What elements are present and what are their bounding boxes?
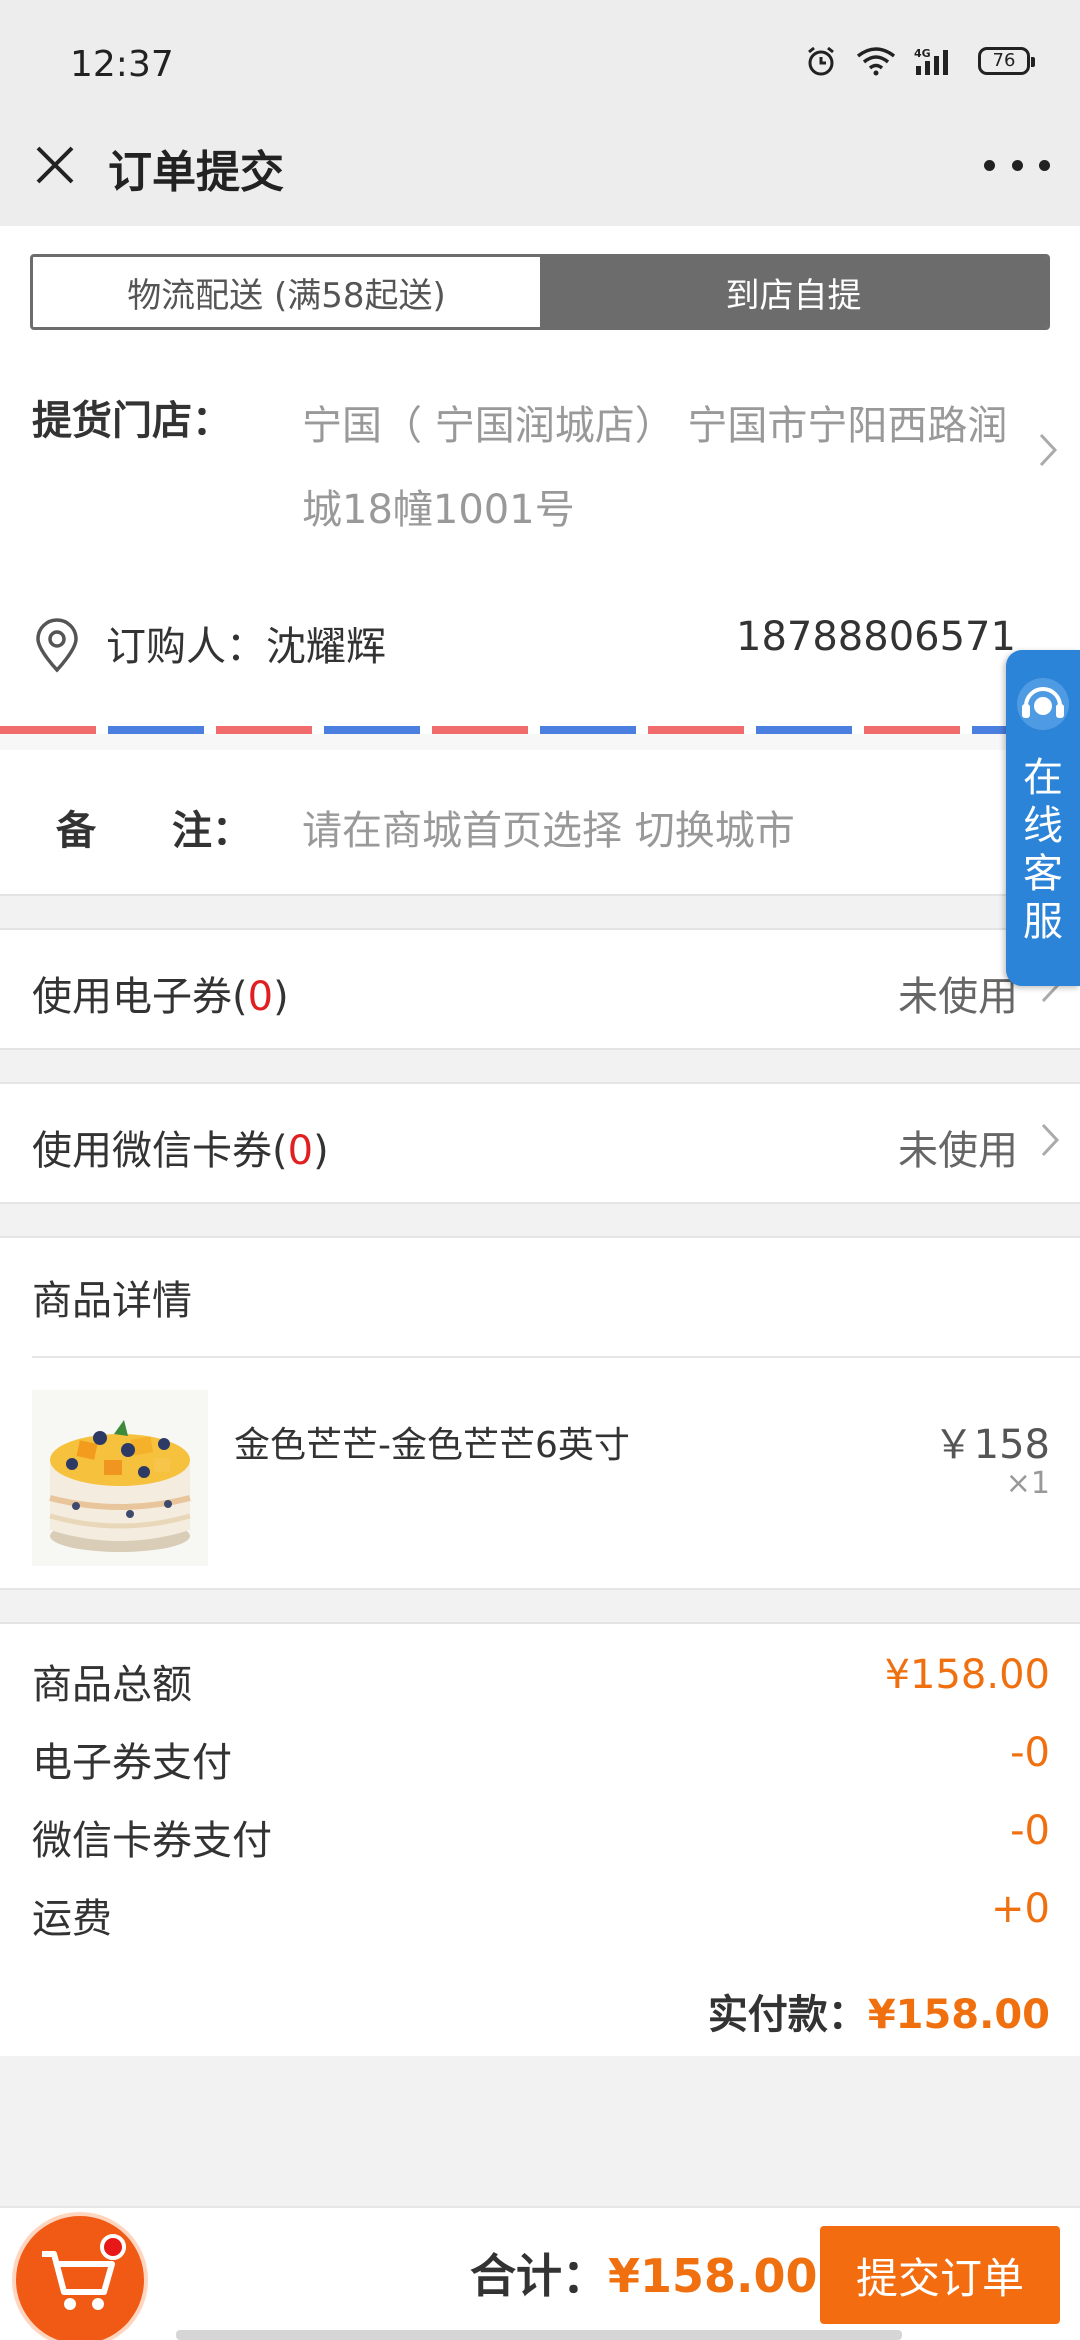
product-quantity: ×1 [1005,1466,1050,1501]
status-icons: 4G 76 [804,44,1035,78]
status-time: 12:37 [70,44,174,85]
home-indicator [176,2330,902,2340]
more-icon[interactable] [984,140,1050,190]
product-price: ￥158 [933,1422,1050,1468]
buyer-name: 订购人：沈耀辉 [106,624,386,670]
order-total-value: ¥158.00 [608,2249,818,2303]
nav-bar: 订单提交 [0,132,1080,226]
battery-indicator: 76 [978,47,1035,75]
tab-logistics[interactable]: 物流配送 (满58起送) [33,257,540,327]
summary-label: 商品总额 [32,1662,192,1708]
wechat-coupon-status: 未使用 [898,1128,1018,1174]
price-summary: 商品总额 ¥158.00 电子券支付 -0 微信卡券支付 -0 运费 +0 实付… [0,1624,1080,2056]
summary-label: 微信卡券支付 [32,1818,272,1864]
pickup-store-address: 宁国（ 宁国润城店） 宁国市宁阳西路润城18幢1001号 [302,403,1008,533]
pickup-store-row[interactable]: 提货门店： 宁国（ 宁国润城店） 宁国市宁阳西路润城18幢1001号 [0,346,1080,586]
order-total: 合计：¥158.00 [470,2240,818,2306]
e-coupon-label: 使用电子券(0) [32,974,289,1020]
e-coupon-count: 0 [247,974,274,1020]
online-service-button[interactable]: 在线客服 [1006,650,1080,986]
summary-label: 运费 [32,1896,112,1942]
summary-value: -0 [1010,1808,1050,1854]
product-details: 商品详情 金色芒芒-金色芒芒6英寸 ￥158 ×1 [0,1238,1080,1588]
airmail-border [0,726,1080,734]
cart-button[interactable] [16,2216,144,2340]
summary-line: 电子券支付 -0 [32,1730,1050,1790]
remark-label-b: 注： [172,808,252,854]
signal-4g-icon: 4G [914,47,948,75]
wechat-coupon-count: 0 [287,1128,314,1174]
divider [32,1356,1080,1358]
product-details-heading: 商品详情 [32,1278,192,1324]
summary-label: 电子券支付 [32,1740,232,1786]
actual-payment: 实付款：¥158.00 [708,1982,1050,2040]
cart-badge [100,2234,126,2260]
delivery-tabs-section: 物流配送 (满58起送) 到店自提 [0,226,1080,346]
summary-line: 运费 +0 [32,1886,1050,1946]
page-title: 订单提交 [108,147,284,198]
pickup-store-label: 提货门店： [32,398,232,444]
section-gap [0,1202,1080,1238]
section-gap [0,1048,1080,1084]
headset-icon [1017,678,1069,730]
svg-text:4G: 4G [914,47,931,60]
actual-payment-value: ¥158.00 [867,1992,1050,2038]
summary-value: -0 [1010,1730,1050,1776]
section-gap [0,894,1080,930]
summary-line: 商品总额 ¥158.00 [32,1652,1050,1712]
submit-order-button[interactable]: 提交订单 [820,2226,1060,2324]
chevron-right-icon [1039,433,1058,467]
wechat-coupon-label: 使用微信卡券(0) [32,1128,329,1174]
tab-pickup[interactable]: 到店自提 [540,257,1047,327]
remark-input[interactable]: 请在商城首页选择 切换城市 [302,798,795,856]
online-service-label: 在线客服 [1023,755,1063,945]
section-gap [0,1588,1080,1624]
wifi-icon [856,47,896,76]
product-name[interactable]: 金色芒芒-金色芒芒6英寸 [234,1416,630,1468]
e-coupon-status: 未使用 [898,974,1018,1020]
buyer-phone: 18788806571 [736,614,1016,660]
order-form: 物流配送 (满58起送) 到店自提 提货门店： 宁国（ 宁国润城店） 宁国市宁阳… [0,226,1080,2056]
e-coupon-row[interactable]: 使用电子券(0) 未使用 [0,930,1080,1048]
delivery-tabs: 物流配送 (满58起送) 到店自提 [30,254,1050,330]
status-bar: 12:37 4G 76 [0,0,1080,132]
product-image[interactable] [32,1390,208,1566]
remark-label-a: 备 [56,808,96,854]
summary-line: 微信卡券支付 -0 [32,1808,1050,1868]
summary-value: +0 [991,1886,1050,1932]
close-icon[interactable] [30,140,80,190]
alarm-icon [808,46,834,76]
remark-row[interactable]: 备 注： 请在商城首页选择 切换城市 [0,734,1080,894]
buyer-row: 订购人：沈耀辉 18788806571 [0,586,1080,734]
wechat-coupon-row[interactable]: 使用微信卡券(0) 未使用 [0,1084,1080,1202]
order-total-label: 合计： [470,2249,608,2303]
summary-value: ¥158.00 [884,1652,1050,1698]
bottom-bar: 合计：¥158.00 提交订单 [0,2206,1080,2340]
location-pin-icon [36,618,78,673]
chevron-right-icon [1041,1123,1060,1157]
actual-payment-label: 实付款： [707,1992,868,2038]
